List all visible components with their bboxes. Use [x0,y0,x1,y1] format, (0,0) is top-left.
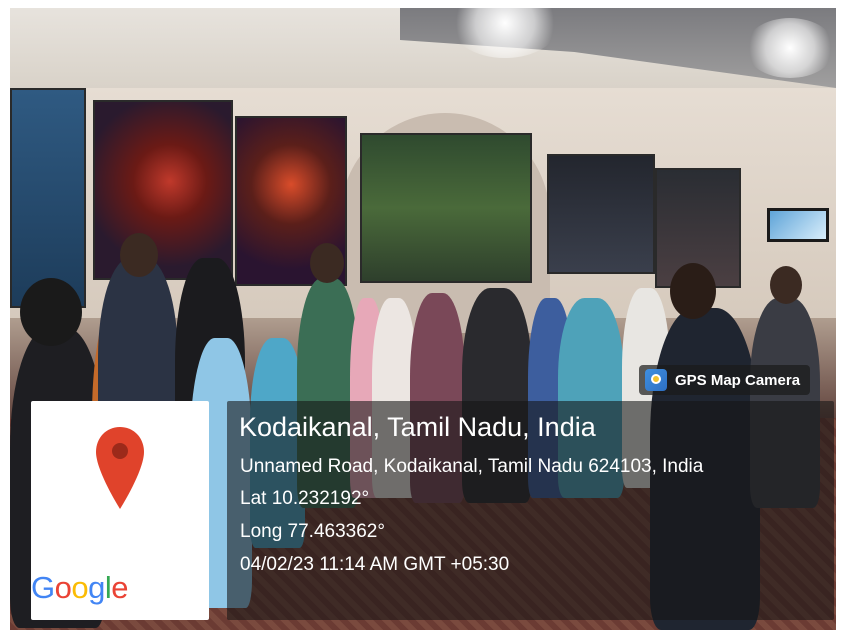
person-head [120,233,158,277]
address-line: Unnamed Road, Kodaikanal, Tamil Nadu 624… [240,456,704,477]
wall-tv [767,208,829,242]
poster-panel [360,133,532,283]
google-logo-letter: G [31,570,55,605]
gps-app-label-text: GPS Map Camera [675,371,801,389]
longitude-line: Long 77.463362° [240,521,385,542]
google-logo-letter: e [111,570,129,605]
map-thumbnail: Google [31,401,209,620]
location-title: Kodaikanal, Tamil Nadu, India [239,412,596,442]
gps-app-label: GPS Map Camera [639,365,811,395]
poster-panel [547,154,655,274]
timestamp-line: 04/02/23 11:14 AM GMT +05:30 [240,554,510,575]
google-logo-letter: o [54,570,72,605]
ceiling-light [745,18,835,78]
gps-map-camera-icon [645,369,667,391]
person-head [310,243,344,283]
person-head [770,266,802,304]
poster-panel [93,100,233,280]
google-logo-letter: g [88,570,105,605]
person-head [670,263,716,319]
latitude-line: Lat 10.232192° [240,488,370,509]
person-head [20,278,82,346]
map-pin-icon [96,427,144,509]
photo-frame: GPS Map Camera Google Kodaikanal, Tamil … [0,0,844,637]
google-logo-letter: o [71,570,89,605]
google-logo: Google [31,570,129,606]
poster-panel [10,88,86,308]
